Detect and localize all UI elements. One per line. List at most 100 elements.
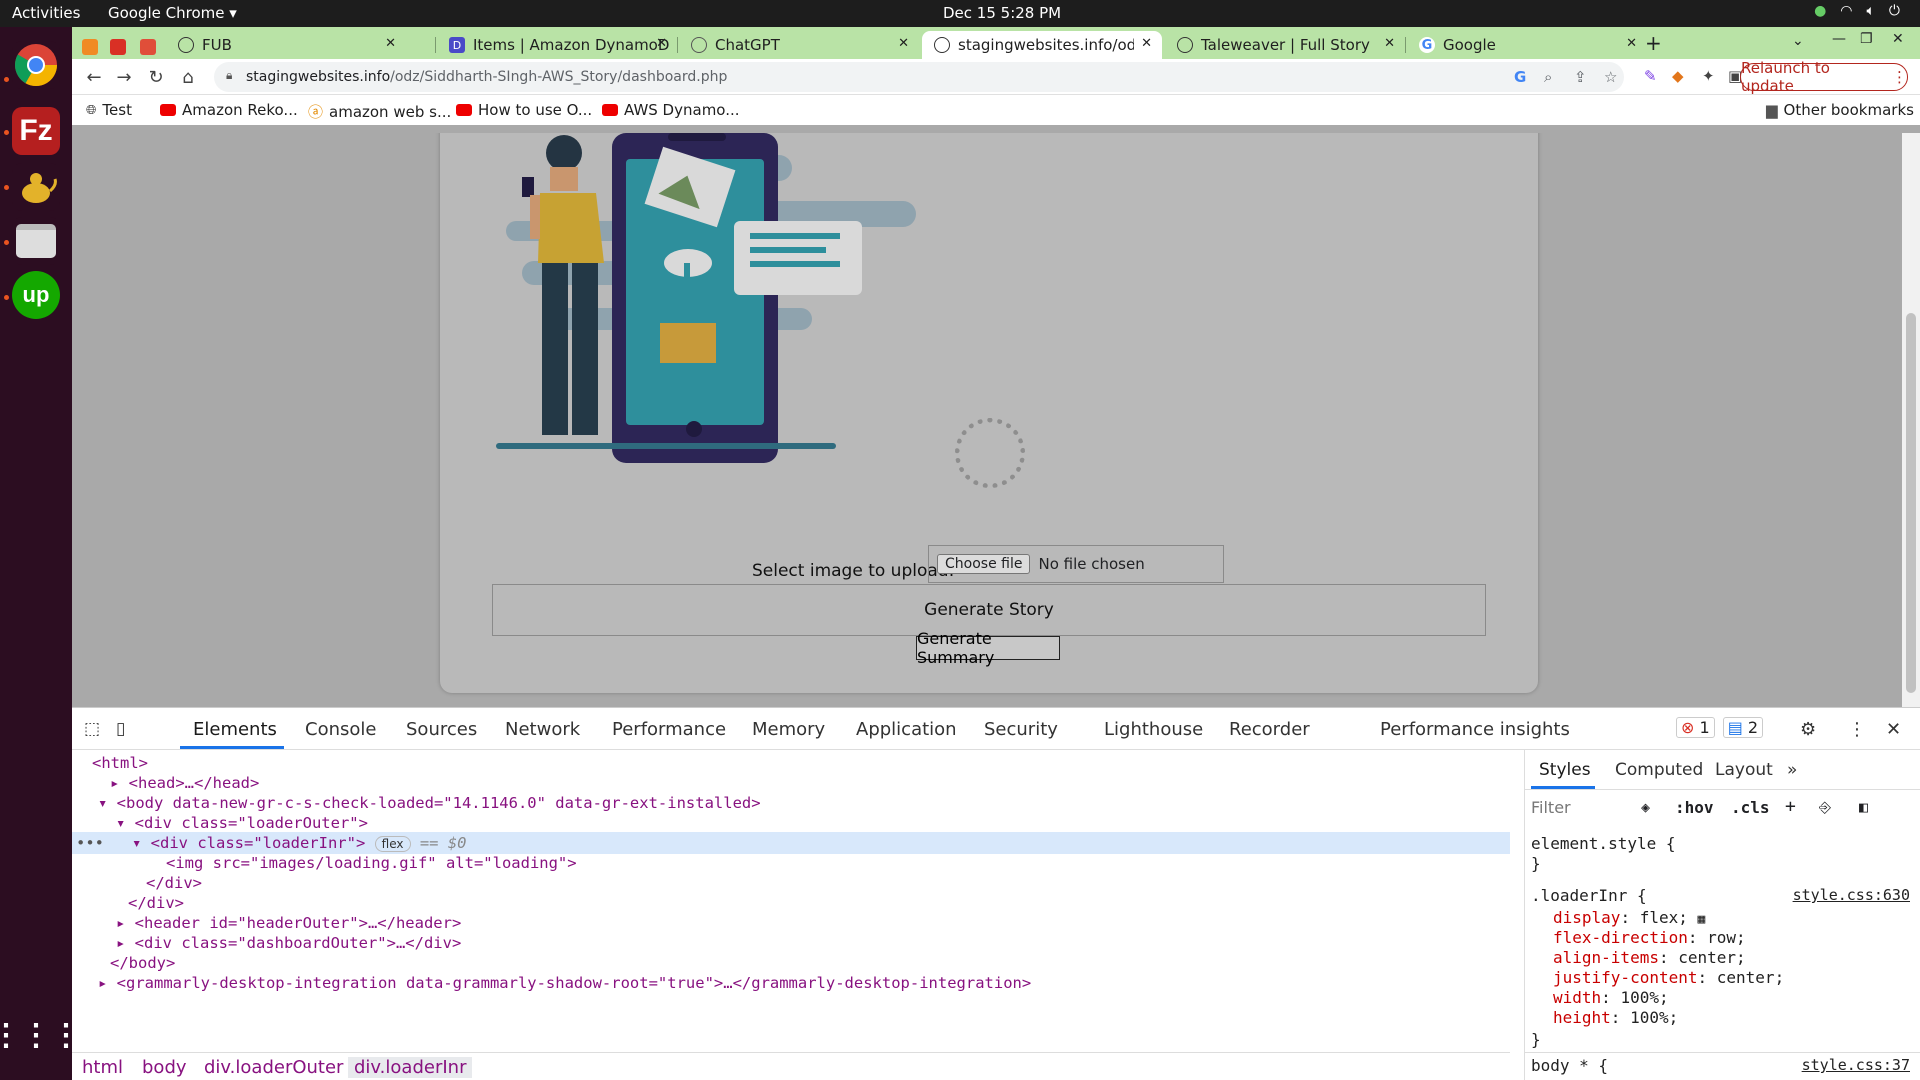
css-declaration[interactable]: width: 100%; bbox=[1553, 988, 1669, 1007]
bookmark-amazon-reko[interactable]: Amazon Reko... bbox=[160, 101, 298, 119]
rule-selector[interactable]: .loaderInr { bbox=[1531, 886, 1647, 905]
file-input[interactable]: Choose file No file chosen bbox=[928, 545, 1224, 583]
dom-node[interactable]: ▸ <head>…</head> bbox=[110, 772, 259, 794]
files-icon[interactable] bbox=[12, 217, 60, 265]
page-scrollbar[interactable] bbox=[1902, 133, 1920, 707]
close-devtools-icon[interactable]: ✕ bbox=[1886, 719, 1901, 740]
rule-source-link[interactable]: style.css:37 bbox=[1802, 1056, 1910, 1074]
error-count-badge[interactable]: ⊗ 1 bbox=[1676, 717, 1715, 738]
tab-console[interactable]: Console bbox=[305, 719, 376, 740]
dom-node[interactable]: ▸ <div class="dashboardOuter">…</div> bbox=[116, 932, 461, 954]
tab-memory[interactable]: Memory bbox=[752, 719, 825, 740]
bookmark-star-icon[interactable]: ☆ bbox=[1604, 68, 1617, 86]
close-window-icon[interactable]: ✕ bbox=[1892, 31, 1904, 47]
tab-stagingwebsites[interactable]: stagingwebsites.info/odz ✕ bbox=[922, 31, 1162, 59]
chrome-launcher-icon[interactable] bbox=[12, 41, 60, 89]
toggle-sidebar-icon[interactable]: ◧ bbox=[1859, 798, 1868, 816]
other-bookmarks[interactable]: ▆ Other bookmarks bbox=[1766, 101, 1914, 119]
tab-styles[interactable]: Styles bbox=[1539, 760, 1591, 780]
tab-layout[interactable]: Layout bbox=[1715, 760, 1773, 780]
tab-recorder[interactable]: Recorder bbox=[1229, 719, 1310, 740]
dom-node[interactable]: </div> bbox=[146, 872, 202, 894]
tab-computed[interactable]: Computed bbox=[1615, 760, 1703, 780]
lock-icon[interactable]: 🔒︎ bbox=[226, 68, 232, 83]
device-toolbar-icon[interactable]: ▯ bbox=[116, 719, 125, 739]
more-options-icon[interactable]: ⋮ bbox=[1848, 719, 1866, 740]
css-declaration[interactable]: display: flex; ▦ bbox=[1553, 908, 1705, 927]
address-bar[interactable]: 🔒︎ stagingwebsites.info/odz/Siddharth-SI… bbox=[214, 62, 1624, 92]
tab-elements[interactable]: Elements bbox=[193, 719, 277, 740]
tab-security[interactable]: Security bbox=[984, 719, 1058, 740]
styles-filter-input[interactable]: Filter bbox=[1531, 798, 1571, 817]
bookmark-amazon-web[interactable]: ⓐ amazon web s... bbox=[308, 101, 451, 122]
metamask-icon[interactable]: ◆ bbox=[1672, 67, 1684, 85]
breadcrumb-item[interactable]: body bbox=[142, 1057, 187, 1078]
upwork-icon[interactable]: up bbox=[12, 271, 60, 319]
home-icon[interactable]: ⌂ bbox=[176, 65, 200, 89]
filezilla-icon[interactable]: Fz bbox=[12, 107, 60, 155]
paint-icon[interactable]: ⎆ bbox=[1819, 798, 1831, 816]
css-declaration[interactable]: justify-content: center; bbox=[1553, 968, 1784, 987]
minimize-icon[interactable]: — bbox=[1832, 31, 1846, 47]
dom-node[interactable]: </body> bbox=[110, 952, 175, 974]
css-declaration[interactable]: height: 100%; bbox=[1553, 1008, 1678, 1027]
dom-node[interactable]: ▾ <div class="loaderOuter"> bbox=[116, 812, 368, 834]
close-tab-icon[interactable]: ✕ bbox=[1626, 36, 1637, 51]
dom-node[interactable]: <html> bbox=[92, 752, 148, 774]
close-tab-icon[interactable]: ✕ bbox=[385, 36, 396, 51]
more-tabs-icon[interactable]: » bbox=[1787, 760, 1797, 780]
bookmark-aws-dynamo[interactable]: AWS Dynamo... bbox=[602, 101, 740, 119]
bookmark-how-to-use[interactable]: How to use O... bbox=[456, 101, 592, 119]
rule-selector[interactable]: body * { bbox=[1531, 1056, 1608, 1075]
elements-tree[interactable]: <html> ▸ <head>…</head> ▾ <body data-new… bbox=[72, 750, 1510, 1052]
cls-toggle[interactable]: .cls bbox=[1731, 798, 1770, 817]
scrollbar-thumb[interactable] bbox=[1906, 313, 1916, 693]
dom-node[interactable]: ▸ <grammarly-desktop-integration data-gr… bbox=[98, 972, 1031, 994]
close-tab-icon[interactable]: ✕ bbox=[1141, 36, 1152, 51]
forward-icon[interactable]: → bbox=[112, 65, 136, 89]
flexbox-editor-icon[interactable]: ▦ bbox=[1698, 912, 1706, 927]
pinned-tab[interactable] bbox=[130, 33, 164, 61]
back-icon[interactable]: ← bbox=[82, 65, 106, 89]
reload-icon[interactable]: ↻ bbox=[144, 65, 168, 89]
tab-lighthouse[interactable]: Lighthouse bbox=[1104, 719, 1203, 740]
bookmark-test[interactable]: 🌐︎ Test bbox=[86, 101, 132, 119]
tab-dynamodb[interactable]: D Items | Amazon DynamoD ✕ bbox=[437, 31, 677, 59]
dom-node-selected[interactable]: ••• ▾ <div class="loaderInr"> flex == $0 bbox=[72, 832, 1510, 854]
css-declaration[interactable]: flex-direction: row; bbox=[1553, 928, 1746, 947]
tab-search-icon[interactable]: ⌄ bbox=[1792, 33, 1804, 49]
show-apps-icon[interactable]: ⋮⋮⋮ bbox=[0, 1011, 81, 1059]
tab-performance[interactable]: Performance bbox=[612, 719, 726, 740]
google-lens-icon[interactable]: G bbox=[1514, 68, 1526, 86]
flex-badge[interactable]: flex bbox=[374, 836, 411, 852]
tab-google[interactable]: G Google ✕ bbox=[1407, 31, 1647, 59]
close-tab-icon[interactable]: ✕ bbox=[656, 36, 667, 51]
extension-pen-icon[interactable]: ✎ bbox=[1644, 67, 1657, 85]
extensions-puzzle-icon[interactable]: ✦ bbox=[1702, 67, 1715, 85]
share-icon[interactable]: ⇪ bbox=[1574, 68, 1587, 86]
app-menu[interactable]: Google Chrome ▾ bbox=[108, 4, 237, 22]
breadcrumb-item[interactable]: div.loaderOuter bbox=[204, 1057, 343, 1078]
maximize-icon[interactable]: ❐ bbox=[1860, 31, 1873, 47]
tab-application[interactable]: Application bbox=[856, 719, 957, 740]
teapot-app-icon[interactable] bbox=[12, 163, 60, 211]
new-tab-icon[interactable]: + bbox=[1645, 31, 1662, 55]
system-tray[interactable]: ● ◠ 🔈︎ ⏻ bbox=[1814, 3, 1900, 19]
settings-gear-icon[interactable]: ⚙ bbox=[1800, 719, 1816, 740]
tab-taleweaver[interactable]: Taleweaver | Full Story ✕ bbox=[1165, 31, 1405, 59]
activities-button[interactable]: Activities bbox=[12, 4, 80, 22]
generate-summary-button[interactable]: Generate Summary bbox=[916, 629, 1060, 667]
tab-network[interactable]: Network bbox=[505, 719, 580, 740]
issues-counter[interactable]: ⊗ 1 ▤ 2 bbox=[1676, 717, 1764, 738]
dom-node[interactable]: <img src="images/loading.gif" alt="loadi… bbox=[166, 852, 577, 874]
inspect-element-icon[interactable]: ⬚ bbox=[84, 719, 100, 739]
dom-node[interactable]: </div> bbox=[128, 892, 184, 914]
tab-fub[interactable]: FUB ✕ bbox=[166, 31, 406, 59]
dom-node[interactable]: ▸ <header id="headerOuter">…</header> bbox=[116, 912, 461, 934]
relaunch-to-update-button[interactable]: Relaunch to update ⋮ bbox=[1740, 59, 1908, 95]
zoom-icon[interactable]: ⌕ bbox=[1544, 68, 1552, 86]
hov-toggle[interactable]: :hov bbox=[1675, 798, 1714, 817]
tab-sources[interactable]: Sources bbox=[406, 719, 477, 740]
breadcrumb-item-active[interactable]: div.loaderInr bbox=[348, 1057, 473, 1078]
breadcrumb-item[interactable]: html bbox=[82, 1057, 123, 1078]
